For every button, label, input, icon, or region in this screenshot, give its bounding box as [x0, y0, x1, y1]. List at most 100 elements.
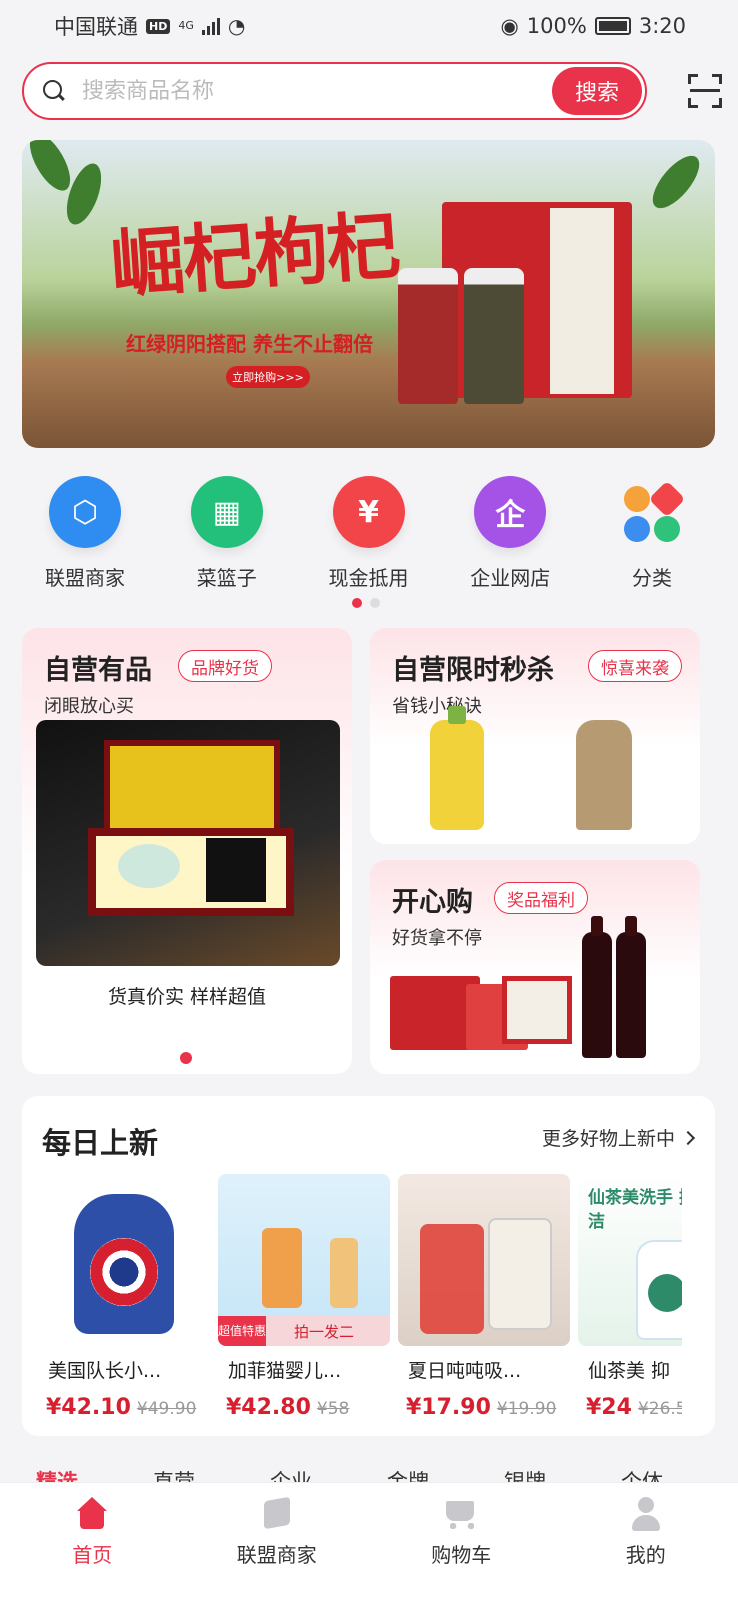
card-tag: 惊喜来袭 [588, 650, 682, 682]
search-button[interactable]: 搜索 [552, 67, 642, 115]
quick-links: ⬡ 联盟商家 ▦ 菜篮子 ¥ 现金抵用 企 企业网店 分类 [22, 476, 715, 596]
search-row: 搜索 [22, 62, 722, 120]
card-caption: 货真价实 样样超值 [107, 986, 267, 1008]
wine-bottle-image [582, 916, 612, 1058]
home-icon [73, 1495, 111, 1531]
scan-icon[interactable] [688, 74, 722, 108]
bottom-nav: 首页 联盟商家 购物车 我的 [0, 1482, 738, 1600]
tea-jar-image [464, 268, 524, 404]
status-left: 中国联通 HD 4G ◔ [54, 11, 245, 41]
nav-alliance[interactable]: 联盟商家 [185, 1483, 370, 1600]
cart-icon [442, 1495, 480, 1531]
search-input[interactable] [82, 78, 522, 104]
carrier-name: 中国联通 [54, 15, 138, 39]
image-text: 仙茶美洗手 抑菌 更洁 [588, 1188, 682, 1232]
product-old-price: ¥26.5 [637, 1399, 682, 1419]
product-price: ¥24 [586, 1395, 632, 1420]
more-link-label: 更多好物上新中 [541, 1128, 675, 1150]
happy-buy-card[interactable]: 开心购 奖品福利 好货拿不停 [370, 860, 700, 1074]
status-bar: 中国联通 HD 4G ◔ ◉ 100% 3:20 [0, 0, 738, 52]
wifi-icon: ◔ [227, 14, 246, 38]
product-card[interactable]: 仙茶美洗手 抑菌 更洁 仙茶美 抑 ¥24¥26.5 [578, 1174, 682, 1420]
gift-set-image [36, 720, 340, 966]
category-icon [616, 476, 688, 548]
flash-sale-card[interactable]: 自营限时秒杀 惊喜来袭 省钱小秘诀 [370, 628, 700, 844]
eye-icon: ◉ [500, 14, 519, 38]
quick-link-category[interactable]: 分类 [589, 476, 715, 596]
more-link[interactable]: 更多好物上新中 [541, 1124, 696, 1151]
section-title: 每日上新 [42, 1126, 159, 1160]
product-old-price: ¥19.90 [496, 1399, 557, 1419]
banner-cta-button[interactable]: 立即抢购>>> [226, 366, 310, 388]
card-tag: 品牌好货 [178, 650, 272, 682]
nav-label: 联盟商家 [236, 1543, 317, 1567]
baby-wash-image: 超值特惠 拍一发二 [218, 1174, 390, 1346]
nav-home[interactable]: 首页 [0, 1483, 185, 1600]
daily-new-section: 每日上新 更多好物上新中 美国队长小... ¥42.10 ¥49.90 超值特惠 拍… [22, 1096, 715, 1436]
hd-badge: HD [146, 18, 171, 34]
quick-link-label: 现金抵用 [328, 566, 409, 590]
carousel-dot [180, 1052, 192, 1064]
quick-link-label: 企业网店 [470, 566, 551, 590]
nav-label: 首页 [72, 1543, 113, 1567]
user-icon [627, 1495, 665, 1531]
quick-link-basket[interactable]: ▦ 菜篮子 [164, 476, 290, 596]
goji-jar-image [398, 268, 458, 404]
leaf-decoration [22, 140, 79, 197]
quick-link-label: 菜篮子 [196, 566, 257, 590]
card-title: 开心购 [392, 887, 473, 918]
product-card[interactable]: 美国队长小... ¥42.10 ¥49.90 [38, 1174, 210, 1420]
promo-badge: 拍一发二 [294, 1322, 355, 1341]
nav-cart[interactable]: 购物车 [369, 1483, 554, 1600]
self-run-card[interactable]: 自营有品 品牌好货 闭眼放心买 货真价实 样样超值 [22, 628, 352, 1074]
quick-links-pager [352, 598, 380, 608]
card-title: 自营限时秒杀 [392, 655, 554, 686]
product-old-price: ¥58 [316, 1399, 350, 1419]
status-right: ◉ 100% 3:20 [500, 14, 686, 38]
product-price: ¥42.80 [226, 1395, 311, 1420]
price-row: ¥17.90 ¥19.90 [398, 1395, 570, 1420]
product-carousel[interactable]: 美国队长小... ¥42.10 ¥49.90 超值特惠 拍一发二 加菲猫婴儿... … [38, 1174, 682, 1424]
deal-badge: 超值特惠 [218, 1316, 266, 1346]
quick-link-label: 分类 [632, 566, 672, 590]
banner-subtitle: 红绿阴阳搭配 养生不止翻倍 [126, 332, 373, 356]
price-row: ¥42.10 ¥49.90 [38, 1395, 210, 1420]
quick-link-enterprise[interactable]: 企 企业网店 [447, 476, 573, 596]
card-tag: 奖品福利 [494, 882, 588, 914]
trench-coat-image [576, 720, 632, 830]
hand-wash-image: 仙茶美洗手 抑菌 更洁 [578, 1174, 682, 1346]
promo-banner[interactable]: 崛杞枸杞 红绿阴阳搭配 养生不止翻倍 立即抢购>>> [22, 140, 715, 448]
card-title: 自营有品 [44, 655, 152, 686]
nav-profile[interactable]: 我的 [554, 1483, 738, 1600]
card-subtitle: 好货拿不停 [392, 928, 482, 949]
ticket-icon: ¥ [332, 476, 405, 548]
product-card[interactable]: 超值特惠 拍一发二 加菲猫婴儿... ¥42.80 ¥58 [218, 1174, 390, 1420]
leaf-decoration [644, 148, 708, 216]
signal-icon [201, 17, 220, 35]
nav-label: 我的 [625, 1543, 666, 1567]
network-type: 4G [178, 19, 194, 32]
nav-label: 购物车 [431, 1543, 492, 1567]
chevron-right-icon [680, 1130, 696, 1145]
product-card[interactable]: 夏日吨吨吸... ¥17.90 ¥19.90 [398, 1174, 570, 1420]
card-subtitle: 闭眼放心买 [44, 696, 134, 717]
product-name: 加菲猫婴儿... [228, 1360, 342, 1382]
product-name: 夏日吨吨吸... [408, 1360, 522, 1382]
basket-icon: ▦ [190, 476, 263, 548]
price-row: ¥42.80 ¥58 [218, 1395, 390, 1420]
quick-link-alliance[interactable]: ⬡ 联盟商家 [22, 476, 148, 596]
oil-bottle-image [430, 706, 484, 830]
quick-link-label: 联盟商家 [45, 566, 125, 590]
cube-icon [258, 1495, 296, 1531]
price-row: ¥24 ¥26.5 [578, 1395, 682, 1420]
product-price: ¥17.90 [406, 1395, 491, 1420]
enterprise-icon: 企 [474, 476, 547, 548]
search-box[interactable]: 搜索 [22, 62, 647, 120]
product-old-price: ¥49.90 [136, 1399, 197, 1419]
gift-package-image [502, 976, 572, 1044]
banner-title: 崛杞枸杞 [107, 203, 402, 309]
quick-link-cash[interactable]: ¥ 现金抵用 [306, 476, 432, 596]
battery-icon [594, 17, 631, 35]
product-name: 美国队长小... [48, 1360, 162, 1382]
card-subtitle: 省钱小秘诀 [392, 696, 482, 717]
